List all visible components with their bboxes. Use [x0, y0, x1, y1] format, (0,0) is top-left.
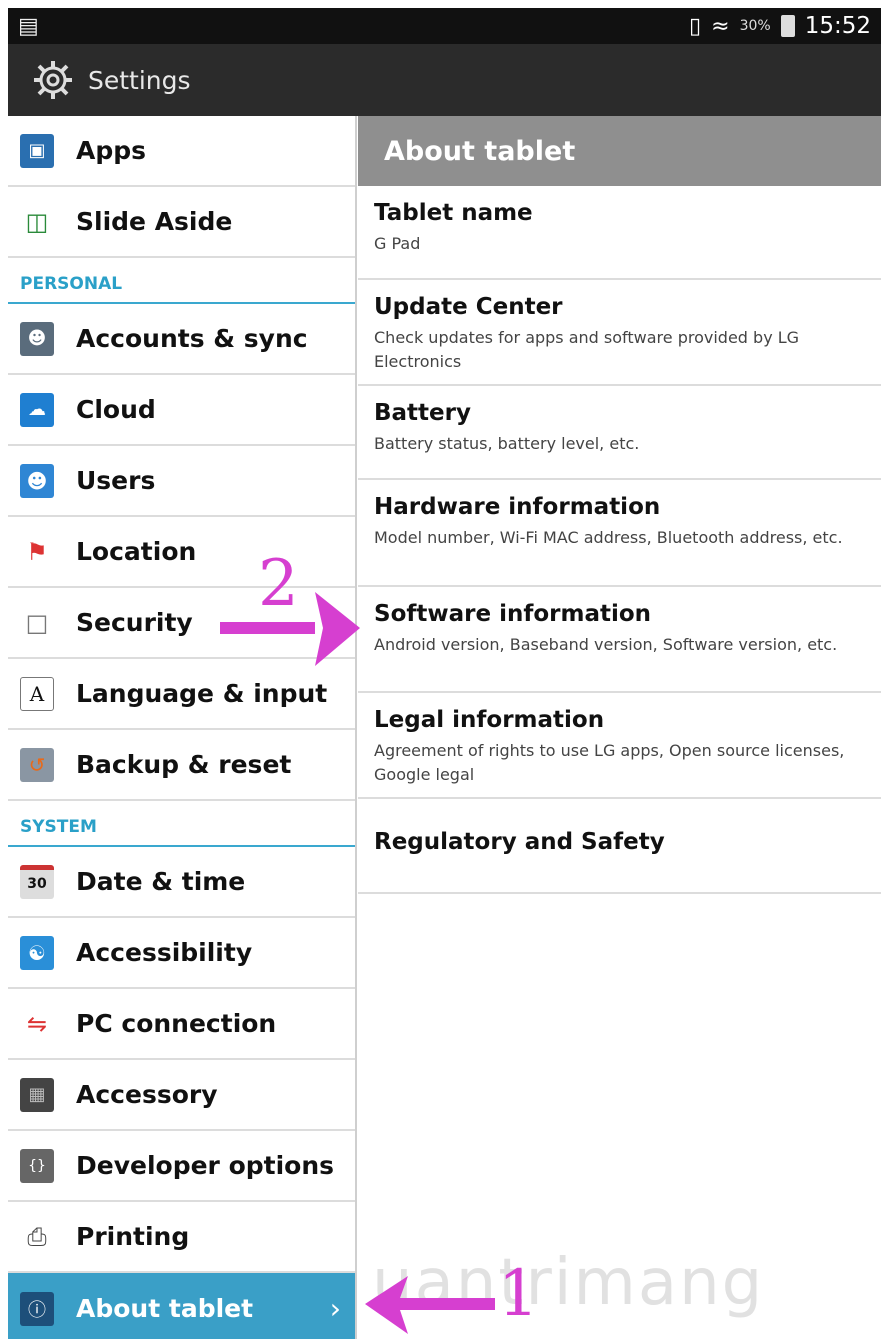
- battery-percent: 30%: [739, 18, 771, 34]
- menu-item-slide-aside[interactable]: ◫ Slide Aside: [8, 187, 355, 258]
- annotation-label-1: 1: [498, 1257, 539, 1331]
- accessibility-icon: ☯: [20, 935, 54, 970]
- menu-item-cloud[interactable]: ☁ Cloud: [8, 375, 355, 446]
- menu-item-date-time[interactable]: 30 Date & time: [8, 847, 355, 918]
- section-personal: PERSONAL: [8, 258, 355, 304]
- settings-menu: ▣ Apps ◫ Slide Aside PERSONAL ☻ Accounts…: [8, 116, 357, 1339]
- calendar-icon: 30: [20, 864, 54, 899]
- pc-connection-icon: ⇋: [26, 1009, 48, 1038]
- rotation-icon: ▯: [689, 13, 702, 39]
- menu-item-about-tablet[interactable]: ⓘ About tablet ›: [8, 1273, 355, 1339]
- detail-pane: About tablet Tablet name G Pad Update Ce…: [358, 116, 881, 1339]
- chevron-right-icon: ›: [329, 1292, 341, 1325]
- developer-icon: {}: [20, 1148, 54, 1183]
- menu-item-backup-reset[interactable]: ↺ Backup & reset: [8, 730, 355, 801]
- annotation-label-2: 2: [258, 547, 299, 621]
- section-system: SYSTEM: [8, 801, 355, 847]
- menu-item-accounts-sync[interactable]: ☻ Accounts & sync: [8, 304, 355, 375]
- apps-icon: ▣: [20, 133, 54, 168]
- item-legal-information[interactable]: Legal information Agreement of rights to…: [358, 693, 881, 799]
- backup-icon: ↺: [20, 747, 54, 782]
- menu-item-pc-connection[interactable]: ⇋ PC connection: [8, 989, 355, 1060]
- wifi-icon: ≈: [711, 13, 730, 39]
- accessory-icon: ▦: [20, 1077, 54, 1112]
- gear-icon[interactable]: [30, 57, 76, 103]
- about-icon: ⓘ: [20, 1291, 54, 1326]
- status-bar: ▤ ▯ ≈ 30% 15:52: [8, 8, 881, 44]
- printer-icon: ⎙: [27, 1222, 47, 1251]
- item-regulatory-safety[interactable]: Regulatory and Safety: [358, 799, 881, 894]
- lock-icon: □: [25, 608, 49, 637]
- users-icon: ☻: [20, 463, 54, 498]
- battery-icon: [780, 15, 795, 37]
- item-tablet-name[interactable]: Tablet name G Pad: [358, 186, 881, 280]
- item-update-center[interactable]: Update Center Check updates for apps and…: [358, 280, 881, 386]
- action-bar: Settings: [8, 44, 881, 116]
- language-icon: A: [20, 676, 54, 711]
- item-battery[interactable]: Battery Battery status, battery level, e…: [358, 386, 881, 480]
- status-right: ▯ ≈ 30% 15:52: [689, 13, 871, 39]
- menu-item-users[interactable]: ☻ Users: [8, 446, 355, 517]
- clock: 15:52: [804, 13, 871, 39]
- store-notification-icon: ▤: [18, 13, 39, 39]
- app-title: Settings: [88, 65, 191, 95]
- pane-title: About tablet: [358, 116, 881, 186]
- menu-item-location[interactable]: ⚑ Location: [8, 517, 355, 588]
- annotation-arrow-1: [365, 1276, 495, 1334]
- menu-item-apps[interactable]: ▣ Apps: [8, 116, 355, 187]
- menu-item-accessory[interactable]: ▦ Accessory: [8, 1060, 355, 1131]
- slide-aside-icon: ◫: [25, 207, 49, 236]
- location-icon: ⚑: [26, 537, 48, 566]
- cloud-icon: ☁: [20, 392, 54, 427]
- item-hardware-information[interactable]: Hardware information Model number, Wi-Fi…: [358, 480, 881, 587]
- menu-item-developer-options[interactable]: {} Developer options: [8, 1131, 355, 1202]
- accounts-icon: ☻: [20, 321, 54, 356]
- item-software-information[interactable]: Software information Android version, Ba…: [358, 587, 881, 693]
- menu-item-printing[interactable]: ⎙ Printing: [8, 1202, 355, 1273]
- menu-item-accessibility[interactable]: ☯ Accessibility: [8, 918, 355, 989]
